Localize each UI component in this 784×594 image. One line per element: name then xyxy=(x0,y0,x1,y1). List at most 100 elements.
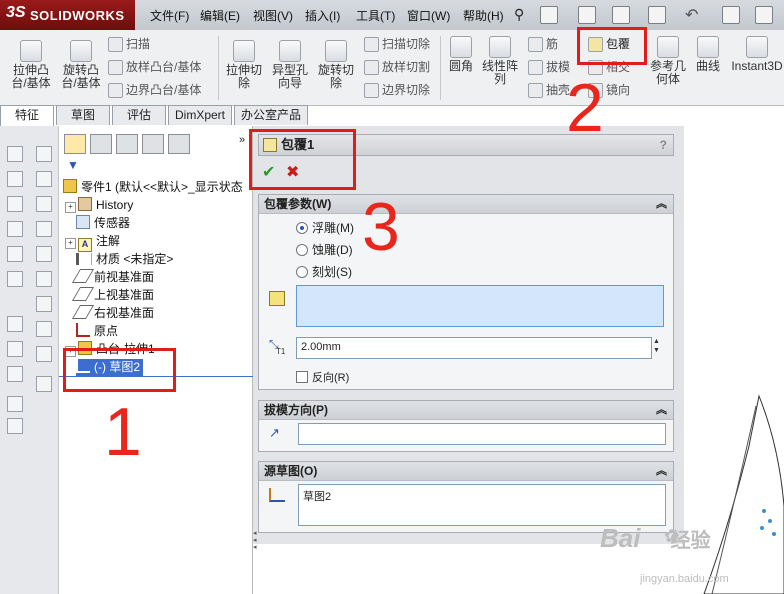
collapse-chevron-icon[interactable]: ︽ xyxy=(656,401,667,419)
thickness-input[interactable]: 2.00mm xyxy=(296,337,652,359)
menu-help[interactable]: 帮助(H) xyxy=(463,7,504,24)
draft-button[interactable]: 拔模 xyxy=(528,58,570,76)
rebuild-icon[interactable] xyxy=(755,6,773,24)
tree-item-front-plane[interactable]: 前视基准面 xyxy=(71,269,154,286)
box-icon[interactable] xyxy=(7,146,23,162)
tab-sketch[interactable]: 草图 xyxy=(56,105,110,125)
table-icon[interactable] xyxy=(36,171,52,187)
open-icon[interactable] xyxy=(578,6,596,24)
dimxpert-manager-tab-icon[interactable] xyxy=(142,134,164,154)
sketch-pen-icon[interactable] xyxy=(7,316,23,332)
dimension-icon[interactable] xyxy=(7,341,23,357)
help-icon[interactable]: ? xyxy=(660,135,667,155)
menu-tools[interactable]: 工具(T) xyxy=(356,7,395,24)
expand-icon[interactable]: + xyxy=(65,202,76,213)
extrude-boss-button[interactable]: 拉伸凸 台/基体 xyxy=(8,40,54,90)
menu-window[interactable]: 窗口(W) xyxy=(407,7,450,24)
tree-item-sensors[interactable]: 传感器 xyxy=(76,215,130,232)
boundary-boss-button[interactable]: 边界凸台/基体 xyxy=(108,81,201,99)
box-icon[interactable] xyxy=(7,271,23,287)
table-icon[interactable] xyxy=(36,246,52,262)
rib-button[interactable]: 筋 xyxy=(528,35,558,53)
collapse-chevron-icon[interactable]: ︽ xyxy=(656,462,667,480)
radio-scribe[interactable]: 刻划(S) xyxy=(296,263,352,280)
box-icon[interactable] xyxy=(7,196,23,212)
source-sketch-box[interactable]: 草图2 xyxy=(298,484,666,526)
table-icon[interactable] xyxy=(36,321,52,337)
reference-geometry-button[interactable]: 参考几 何体 xyxy=(646,36,690,86)
tab-dimxpert[interactable]: DimXpert xyxy=(168,105,232,125)
configuration-manager-tab-icon[interactable] xyxy=(116,134,138,154)
extrude-cut-label: 拉伸切 除 xyxy=(225,63,262,90)
linear-pattern-button[interactable]: 线性阵 列 xyxy=(480,36,520,86)
tree-root-part[interactable]: 零件1 (默认<<默认>_显示状态 xyxy=(63,179,243,196)
splitter-handle-icon[interactable]: ◂ ◂ ◂ xyxy=(253,530,259,560)
tree-item-top-plane[interactable]: 上视基准面 xyxy=(71,287,154,304)
sweep-button[interactable]: 扫描 xyxy=(108,35,150,53)
loft-boss-button[interactable]: 放样凸台/基体 xyxy=(108,58,201,76)
table-icon[interactable] xyxy=(36,296,52,312)
group-header-wrap-parameters[interactable]: 包覆参数(W) ︽ xyxy=(259,195,673,214)
extrude-cut-button[interactable]: 拉伸切 除 xyxy=(222,40,266,90)
filter-icon[interactable]: ▼ xyxy=(67,158,79,172)
tab-office-products[interactable]: 办公室产品 xyxy=(234,105,308,125)
menu-edit[interactable]: 编辑(E) xyxy=(200,7,240,24)
tree-expand-icon[interactable]: » xyxy=(239,134,245,146)
select-icon[interactable] xyxy=(722,6,740,24)
radio-emboss[interactable]: 浮雕(M) xyxy=(296,219,354,236)
graphics-area[interactable] xyxy=(684,106,784,594)
table-icon[interactable] xyxy=(36,221,52,237)
radio-deboss[interactable]: 蚀雕(D) xyxy=(296,241,353,258)
face-selection-box[interactable] xyxy=(296,285,664,327)
reference-geometry-icon xyxy=(657,36,679,58)
group-header-source-sketch[interactable]: 源草图(O) ︽ xyxy=(259,462,673,481)
box-icon[interactable] xyxy=(7,171,23,187)
new-document-icon[interactable] xyxy=(540,6,558,24)
pin-icon[interactable]: ⚲ xyxy=(514,6,524,23)
expand-icon[interactable]: + xyxy=(65,238,76,249)
solidworks-logo[interactable]: 3S SOLIDWORKS xyxy=(0,0,135,30)
collapse-chevron-icon[interactable]: ︽ xyxy=(656,195,667,213)
menu-file[interactable]: 文件(F) xyxy=(150,7,189,24)
fillet-button[interactable]: 圆角 xyxy=(444,36,478,73)
grid-icon[interactable] xyxy=(36,146,52,162)
print-icon[interactable] xyxy=(648,6,666,24)
tree-item-origin[interactable]: 原点 xyxy=(76,323,118,340)
shell-button[interactable]: 抽壳 xyxy=(528,81,570,99)
curves-button[interactable]: 曲线 xyxy=(692,36,724,73)
relation-icon[interactable] xyxy=(7,366,23,382)
reverse-checkbox[interactable]: 反向(R) xyxy=(296,369,349,385)
feature-manager-tab-icon[interactable] xyxy=(64,134,86,154)
undo-icon[interactable]: ↶ xyxy=(685,5,698,25)
table-icon[interactable] xyxy=(36,196,52,212)
property-manager-tab-icon[interactable] xyxy=(90,134,112,154)
box-icon[interactable] xyxy=(7,221,23,237)
tab-evaluate[interactable]: 评估 xyxy=(112,105,166,125)
sweep-cut-button[interactable]: 扫描切除 xyxy=(364,35,430,53)
display-manager-tab-icon[interactable] xyxy=(168,134,190,154)
tree-item-annotations[interactable]: + A 注解 xyxy=(65,233,120,252)
tree-item-material[interactable]: 材质 <未指定> xyxy=(76,251,173,268)
grid-icon[interactable] xyxy=(36,376,52,392)
table-icon[interactable] xyxy=(36,346,52,362)
tree-item-right-plane[interactable]: 右视基准面 xyxy=(71,305,154,322)
table-icon[interactable] xyxy=(36,271,52,287)
revolve-cut-button[interactable]: 旋转切 除 xyxy=(314,40,358,90)
curves-icon xyxy=(697,36,719,58)
tree-item-history[interactable]: + History xyxy=(65,197,133,214)
box-icon[interactable] xyxy=(7,246,23,262)
instant3d-button[interactable]: Instant3D xyxy=(730,36,784,73)
menu-view[interactable]: 视图(V) xyxy=(253,7,293,24)
menu-insert[interactable]: 插入(I) xyxy=(305,7,340,24)
tab-features[interactable]: 特征 xyxy=(0,105,54,126)
revolve-boss-button[interactable]: 旋转凸 台/基体 xyxy=(58,40,104,90)
group-header-pull-direction[interactable]: 拔模方向(P) ︽ xyxy=(259,401,673,420)
pull-direction-input[interactable] xyxy=(298,423,666,445)
hole-wizard-button[interactable]: 异型孔 向导 xyxy=(268,40,312,90)
loft-cut-button[interactable]: 放样切割 xyxy=(364,58,430,76)
thickness-spinner-icon[interactable]: ▲ ▼ xyxy=(653,337,660,355)
copy-icon[interactable] xyxy=(7,396,23,412)
copy-icon[interactable] xyxy=(7,418,23,434)
save-icon[interactable] xyxy=(612,6,630,24)
boundary-cut-button[interactable]: 边界切除 xyxy=(364,81,430,99)
